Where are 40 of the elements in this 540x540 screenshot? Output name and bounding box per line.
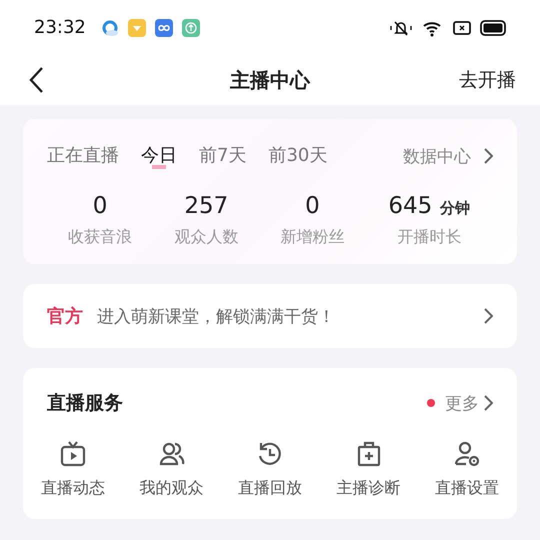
service-item[interactable]: 主播诊断: [336, 440, 400, 499]
stat-value: 0: [305, 193, 320, 219]
people-icon: [158, 440, 186, 468]
banner-text: 进入萌新课堂，解锁满满干货！: [97, 306, 335, 328]
cloud-app-icon: [100, 18, 119, 36]
stat-value: 645: [388, 193, 432, 219]
official-banner[interactable]: 官方 进入萌新课堂，解锁满满干货！: [23, 284, 517, 348]
battery-icon: [480, 20, 506, 36]
stat-value: 0: [92, 193, 108, 219]
page-title: 主播中心: [230, 66, 310, 94]
stat-value: 257: [184, 193, 228, 219]
chevron-left-icon: [28, 66, 44, 94]
more-link[interactable]: 更多: [445, 392, 479, 414]
muted-bell-icon: [389, 18, 413, 36]
service-item[interactable]: 直播回放: [238, 440, 302, 499]
go-live-button[interactable]: 去开播: [459, 67, 516, 93]
user-gear-icon: [453, 440, 481, 468]
tv-icon: [59, 440, 87, 468]
upload-app-icon: [182, 18, 200, 36]
stat-label: 新增粉丝: [280, 227, 344, 248]
chevron-right-icon: [483, 148, 493, 164]
sim-icon: [453, 18, 471, 36]
back-button[interactable]: [28, 66, 44, 94]
official-tag: 官方: [47, 304, 83, 328]
period-tab[interactable]: 前7天: [199, 143, 246, 169]
status-time: 23:32: [34, 17, 86, 38]
service-item[interactable]: 直播动态: [41, 440, 105, 499]
section-title: 直播服务: [47, 391, 123, 416]
period-tab[interactable]: 前30天: [268, 143, 328, 169]
service-item[interactable]: 我的观众: [140, 440, 204, 499]
period-tab[interactable]: 正在直播: [47, 143, 119, 169]
stat-label: 收获音浪: [68, 227, 132, 248]
chevron-right-icon: [483, 395, 493, 411]
stat-label: 观众人数: [174, 227, 238, 248]
chevron-right-icon: [483, 308, 493, 324]
service-item[interactable]: 直播设置: [435, 440, 499, 499]
stat-unit: 分钟: [440, 199, 470, 218]
stat-label: 开播时长: [397, 227, 462, 248]
infinity-app-icon: [154, 18, 173, 36]
history-clock-icon: [256, 440, 284, 468]
